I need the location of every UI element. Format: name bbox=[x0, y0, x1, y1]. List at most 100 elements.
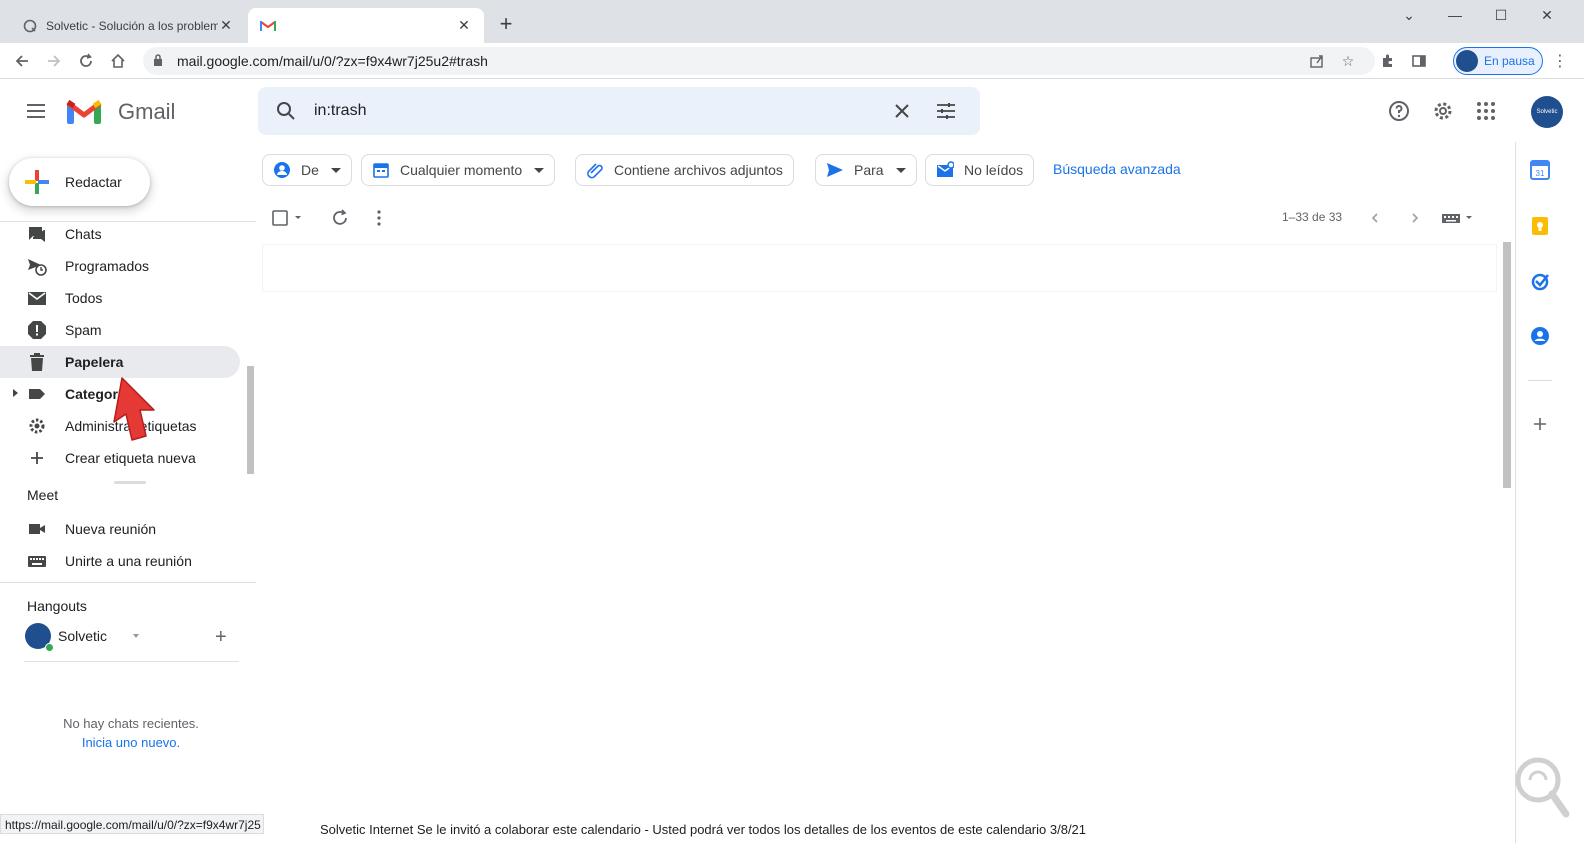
nav-label: Programados bbox=[65, 258, 150, 274]
nav-label: Spam bbox=[65, 322, 102, 338]
browser-status-url: https://mail.google.com/mail/u/0/?zx=f9x… bbox=[0, 814, 264, 834]
home-button[interactable] bbox=[106, 49, 130, 73]
close-window-button[interactable]: ✕ bbox=[1524, 4, 1570, 26]
next-page-icon[interactable] bbox=[1403, 206, 1427, 230]
nav-item-create-label[interactable]: Crear etiqueta nueva bbox=[0, 442, 240, 474]
back-button[interactable] bbox=[10, 49, 34, 73]
hangouts-user-row[interactable]: Solvetic + bbox=[25, 623, 245, 653]
clear-search-icon[interactable] bbox=[890, 99, 914, 123]
gmail-logo-icon[interactable] bbox=[66, 97, 102, 125]
expand-caret-icon[interactable] bbox=[13, 389, 18, 397]
start-chat-link[interactable]: Inicia uno nuevo. bbox=[0, 733, 262, 752]
tab-gmail[interactable]: ✕ bbox=[248, 8, 484, 43]
address-bar[interactable]: mail.google.com/mail/u/0/?zx=f9x4wr7j25u… bbox=[143, 47, 1375, 75]
chip-label: De bbox=[301, 162, 319, 178]
tab-search-icon[interactable]: ⌄ bbox=[1386, 4, 1432, 26]
chevron-down-icon[interactable] bbox=[133, 634, 139, 638]
input-tools-icon[interactable] bbox=[1440, 206, 1476, 230]
search-icon[interactable] bbox=[274, 99, 298, 123]
nav-scrollbar[interactable] bbox=[247, 366, 254, 474]
forward-button[interactable] bbox=[42, 49, 66, 73]
refresh-icon[interactable] bbox=[328, 206, 352, 230]
contacts-app-icon[interactable] bbox=[1530, 326, 1550, 346]
account-avatar[interactable]: Solvetic bbox=[1531, 96, 1563, 128]
more-options-icon[interactable] bbox=[367, 206, 391, 230]
advanced-search-link[interactable]: Búsqueda avanzada bbox=[1053, 161, 1181, 177]
reload-button[interactable] bbox=[74, 49, 98, 73]
settings-gear-icon[interactable] bbox=[1431, 99, 1455, 123]
nav-item-chats[interactable]: Chats bbox=[0, 218, 240, 250]
new-chat-plus-icon[interactable]: + bbox=[215, 626, 227, 649]
nav-item-trash[interactable]: Papelera bbox=[0, 346, 240, 378]
filter-chip-to[interactable]: Para bbox=[815, 154, 917, 186]
filter-chip-unread[interactable]: No leídos bbox=[925, 154, 1035, 186]
svg-text:31: 31 bbox=[1536, 169, 1545, 178]
pagination-text: 1–33 de 33 bbox=[1282, 210, 1343, 224]
spam-icon bbox=[27, 320, 47, 340]
chip-label: No leídos bbox=[964, 162, 1024, 178]
filter-chip-anytime[interactable]: Cualquier momento bbox=[361, 154, 556, 186]
nav-item-scheduled[interactable]: Programados bbox=[0, 250, 240, 282]
gmail-brand-text: Gmail bbox=[118, 99, 176, 124]
partial-message-row[interactable]: Solvetic Internet Se le invitó a colabor… bbox=[320, 822, 1086, 837]
compose-button[interactable]: Redactar bbox=[9, 158, 150, 206]
chip-label: Contiene archivos adjuntos bbox=[614, 162, 783, 178]
new-tab-button[interactable]: + bbox=[494, 13, 518, 37]
minimize-button[interactable]: — bbox=[1432, 4, 1478, 26]
hangouts-user-name: Solvetic bbox=[58, 628, 108, 644]
nav-item-new-meeting[interactable]: Nueva reunión bbox=[0, 513, 240, 545]
main-menu-icon[interactable] bbox=[24, 99, 48, 123]
nav-resize-handle[interactable] bbox=[114, 481, 146, 484]
compose-label: Redactar bbox=[65, 174, 122, 190]
extensions-icon[interactable] bbox=[1376, 49, 1400, 73]
apps-grid-icon[interactable] bbox=[1474, 99, 1498, 123]
tab-solvetic[interactable]: Solvetic - Solución a los problem ✕ bbox=[10, 8, 246, 43]
chip-label: Cualquier momento bbox=[400, 162, 523, 178]
search-options-icon[interactable] bbox=[934, 99, 958, 123]
no-chats-text: No hay chats recientes. bbox=[63, 716, 199, 731]
keep-app-icon[interactable] bbox=[1530, 216, 1550, 236]
chip-label: Para bbox=[854, 162, 884, 178]
nav-item-spam[interactable]: Spam bbox=[0, 314, 240, 346]
help-icon[interactable] bbox=[1387, 99, 1411, 123]
search-bar[interactable]: in:trash bbox=[258, 87, 980, 135]
get-addons-plus-icon[interactable] bbox=[1530, 414, 1550, 434]
message-list bbox=[262, 244, 1497, 814]
calendar-app-icon[interactable]: 31 bbox=[1530, 160, 1550, 180]
gmail-favicon-icon bbox=[260, 18, 276, 34]
nav-label: Nueva reunión bbox=[65, 521, 157, 537]
nav-item-join-meeting[interactable]: Unirte a una reunión bbox=[0, 545, 240, 577]
profile-paused-button[interactable]: En pausa bbox=[1453, 47, 1543, 75]
maximize-button[interactable]: ☐ bbox=[1478, 4, 1524, 26]
tasks-app-icon[interactable] bbox=[1530, 271, 1550, 291]
gmail-header: Gmail in:trash Solvetic bbox=[0, 80, 1584, 142]
nav-label: Crear etiqueta nueva bbox=[65, 450, 196, 466]
gear-icon bbox=[27, 416, 47, 436]
dropdown-arrow-icon bbox=[534, 167, 545, 173]
side-panel: 31 bbox=[1515, 142, 1584, 843]
select-all-checkbox[interactable] bbox=[270, 206, 306, 230]
online-status-dot bbox=[45, 643, 54, 652]
message-list-scrollbar[interactable] bbox=[1503, 242, 1511, 488]
bookmark-star-icon[interactable]: ☆ bbox=[1339, 52, 1357, 70]
label-icon bbox=[27, 384, 47, 404]
plus-icon bbox=[27, 448, 47, 468]
nav-item-all-mail[interactable]: Todos bbox=[0, 282, 240, 314]
solvetic-watermark-icon bbox=[1508, 750, 1572, 822]
red-pointer-arrow-icon bbox=[108, 376, 160, 446]
browser-menu-icon[interactable]: ⋮ bbox=[1548, 49, 1572, 73]
filter-chip-from[interactable]: De bbox=[262, 154, 352, 186]
previous-page-icon[interactable] bbox=[1363, 206, 1387, 230]
tab-close-icon[interactable]: ✕ bbox=[456, 17, 472, 34]
side-panel-icon[interactable] bbox=[1407, 49, 1431, 73]
section-divider bbox=[24, 661, 239, 662]
tab-title: Solvetic - Solución a los problem bbox=[46, 18, 218, 33]
avatar-text: Solvetic bbox=[1536, 109, 1558, 115]
meet-section-title: Meet bbox=[27, 487, 59, 503]
search-input[interactable]: in:trash bbox=[314, 102, 366, 120]
hangouts-section-title: Hangouts bbox=[27, 598, 87, 614]
nav-label: Todos bbox=[65, 290, 103, 306]
filter-chip-has-attachment[interactable]: Contiene archivos adjuntos bbox=[575, 154, 794, 186]
share-icon[interactable] bbox=[1308, 52, 1326, 70]
tab-close-icon[interactable]: ✕ bbox=[218, 17, 234, 34]
